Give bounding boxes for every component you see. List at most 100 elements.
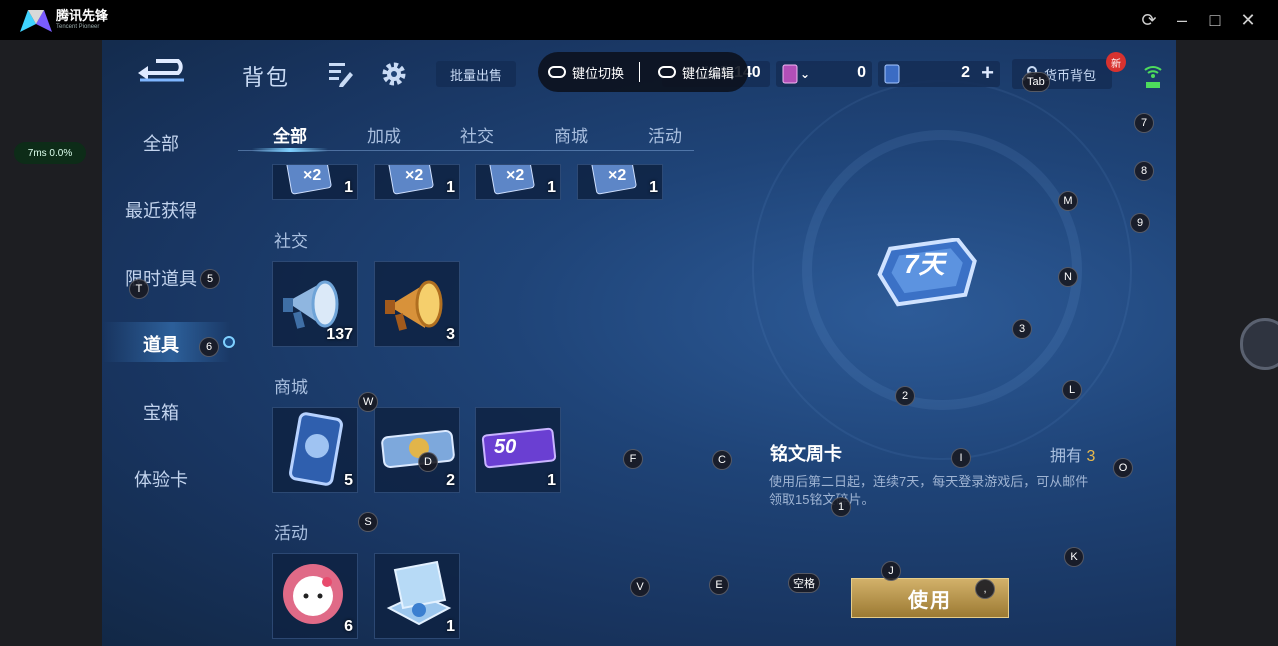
emulator-titlebar: 腾讯先锋 Tencent Pioneer ⟳ – □ ✕ [0, 0, 1278, 40]
ticket-amount: 50 [494, 436, 517, 458]
purple-ticket-item[interactable]: 50 1 [475, 407, 561, 493]
tab-active-underline [252, 148, 328, 152]
key-badge-j[interactable]: J [881, 561, 901, 581]
key-badge-1[interactable]: 1 [831, 497, 851, 517]
gear-icon[interactable] [380, 60, 408, 88]
weekly-card-badge: 7天 [904, 249, 945, 279]
key-badge-m[interactable]: M [1058, 191, 1078, 211]
card-icon [884, 64, 900, 84]
key-edit-label: 键位编辑 [682, 65, 735, 81]
chevron-down-icon: ⌄ [800, 67, 811, 81]
disc-box-item[interactable]: 1 [374, 553, 460, 639]
section-title-social: 社交 [274, 232, 308, 251]
section-title-mall: 商城 [274, 378, 308, 397]
bulk-sell-button[interactable]: 批量出售 [436, 61, 516, 87]
mapping-divider [639, 62, 640, 82]
item-count: 1 [547, 472, 556, 489]
item-description: 使用后第二日起，连续7天，每天登录游戏后，可从邮件领取15铭文碎片。 [769, 474, 1089, 507]
item-count: 6 [344, 618, 353, 635]
silver-horn-item[interactable]: 137 [272, 261, 358, 347]
ticket-icon [782, 64, 798, 84]
add-icon[interactable]: + [981, 60, 994, 86]
page-title: 背包 [242, 65, 291, 90]
key-badge-i[interactable]: I [951, 448, 971, 468]
hello-kitty-item[interactable]: 6 [272, 553, 358, 639]
key-badge-3[interactable]: 3 [1012, 319, 1032, 339]
card-currency[interactable]: 2 + [878, 60, 1000, 87]
emulator-window: 腾讯先锋 Tencent Pioneer ⟳ – □ ✕ 7ms 0.0% 背包 [0, 0, 1278, 646]
key-badge-d[interactable]: D [418, 452, 438, 472]
key-badge-v[interactable]: V [630, 577, 650, 597]
key-badge-tab[interactable]: Tab [1022, 72, 1050, 92]
new-badge: 新 [1106, 52, 1126, 72]
tab-mall[interactable]: 商城 [554, 122, 588, 147]
boost-card-item[interactable]: ×2 1 [577, 164, 663, 200]
sidebar-item-trial-card[interactable]: 体验卡 [102, 466, 220, 492]
app-logo-icon [20, 10, 52, 32]
key-badge-5[interactable]: 5 [200, 269, 220, 289]
item-count: 1 [344, 179, 353, 196]
key-badge-n[interactable]: N [1058, 267, 1078, 287]
boost-multiplier: ×2 [303, 167, 322, 184]
key-badge-f[interactable]: F [623, 449, 643, 469]
emulator-left-panel: 7ms 0.0% [0, 40, 102, 646]
boost-card-item[interactable]: ×2 1 [475, 164, 561, 200]
app-brand-subtitle: Tencent Pioneer [56, 24, 100, 30]
key-switch-button[interactable]: 键位切换 [548, 52, 624, 92]
back-arrow-icon[interactable] [134, 58, 190, 88]
rotate-icon[interactable]: ⟳ [1137, 8, 1161, 32]
boost-multiplier: ×2 [608, 167, 627, 184]
ping-indicator: 7ms 0.0% [14, 142, 86, 164]
item-name: 铭文周卡 [770, 444, 842, 464]
section-title-event: 活动 [274, 524, 308, 543]
app-brand-name: 腾讯先锋 [56, 8, 109, 23]
tab-social[interactable]: 社交 [460, 122, 494, 147]
key-switch-label: 键位切换 [572, 65, 625, 81]
item-count: 2 [446, 472, 455, 489]
key-badge-space[interactable]: 空格 [788, 573, 820, 593]
key-badge-c[interactable]: C [712, 450, 732, 470]
key-edit-button[interactable]: 键位编辑 [658, 52, 734, 92]
key-badge-t[interactable]: T [129, 279, 149, 299]
wifi-icon [1144, 66, 1162, 88]
boost-card-item[interactable]: ×2 1 [272, 164, 358, 200]
close-button[interactable]: ✕ [1236, 8, 1260, 32]
owned-label: 拥有 [1050, 448, 1083, 465]
key-mapping-bar: 键位切换 键位编辑 [538, 52, 748, 92]
sidebar-active-indicator [223, 336, 235, 348]
key-badge-8[interactable]: 8 [1134, 161, 1154, 181]
coupon-item[interactable]: 2 [374, 407, 460, 493]
key-badge-l[interactable]: L [1062, 380, 1082, 400]
key-badge-k[interactable]: K [1064, 547, 1084, 567]
sidebar-item-chest[interactable]: 宝箱 [102, 399, 220, 425]
sidebar-item-all[interactable]: 全部 [102, 130, 220, 156]
ticket-currency[interactable]: ⌄ 0 [776, 61, 872, 87]
key-badge-e[interactable]: E [709, 575, 729, 595]
boost-card-item[interactable]: ×2 1 [374, 164, 460, 200]
key-badge-2[interactable]: 2 [895, 386, 915, 406]
key-badge-6[interactable]: 6 [199, 337, 219, 357]
item-count: 3 [446, 326, 455, 343]
tab-event[interactable]: 活动 [648, 122, 682, 147]
sidebar-item-recent[interactable]: 最近获得 [102, 197, 220, 223]
item-count: 137 [326, 326, 353, 343]
gamepad-icon [548, 66, 566, 78]
key-badge-s[interactable]: S [358, 512, 378, 532]
tab-boost[interactable]: 加成 [367, 122, 401, 147]
ticket-value: 0 [857, 64, 866, 81]
boost-multiplier: ×2 [506, 167, 525, 184]
key-badge-7[interactable]: 7 [1134, 113, 1154, 133]
gold-horn-item[interactable]: 3 [374, 261, 460, 347]
maximize-button[interactable]: □ [1203, 8, 1227, 32]
game-viewport: 背包 批量出售 185 140 ⌄ 0 [102, 40, 1176, 646]
card-value: 2 [961, 64, 970, 81]
item-count: 1 [446, 618, 455, 635]
skin-card-item[interactable]: 5 [272, 407, 358, 493]
tab-all[interactable]: 全部 [273, 122, 307, 147]
minimize-button[interactable]: – [1170, 8, 1194, 32]
edit-list-icon[interactable] [326, 60, 354, 88]
key-badge-9[interactable]: 9 [1130, 213, 1150, 233]
key-badge-comma[interactable]: , [975, 579, 995, 599]
key-badge-o[interactable]: O [1113, 458, 1133, 478]
owned-count: 3 [1086, 448, 1096, 465]
